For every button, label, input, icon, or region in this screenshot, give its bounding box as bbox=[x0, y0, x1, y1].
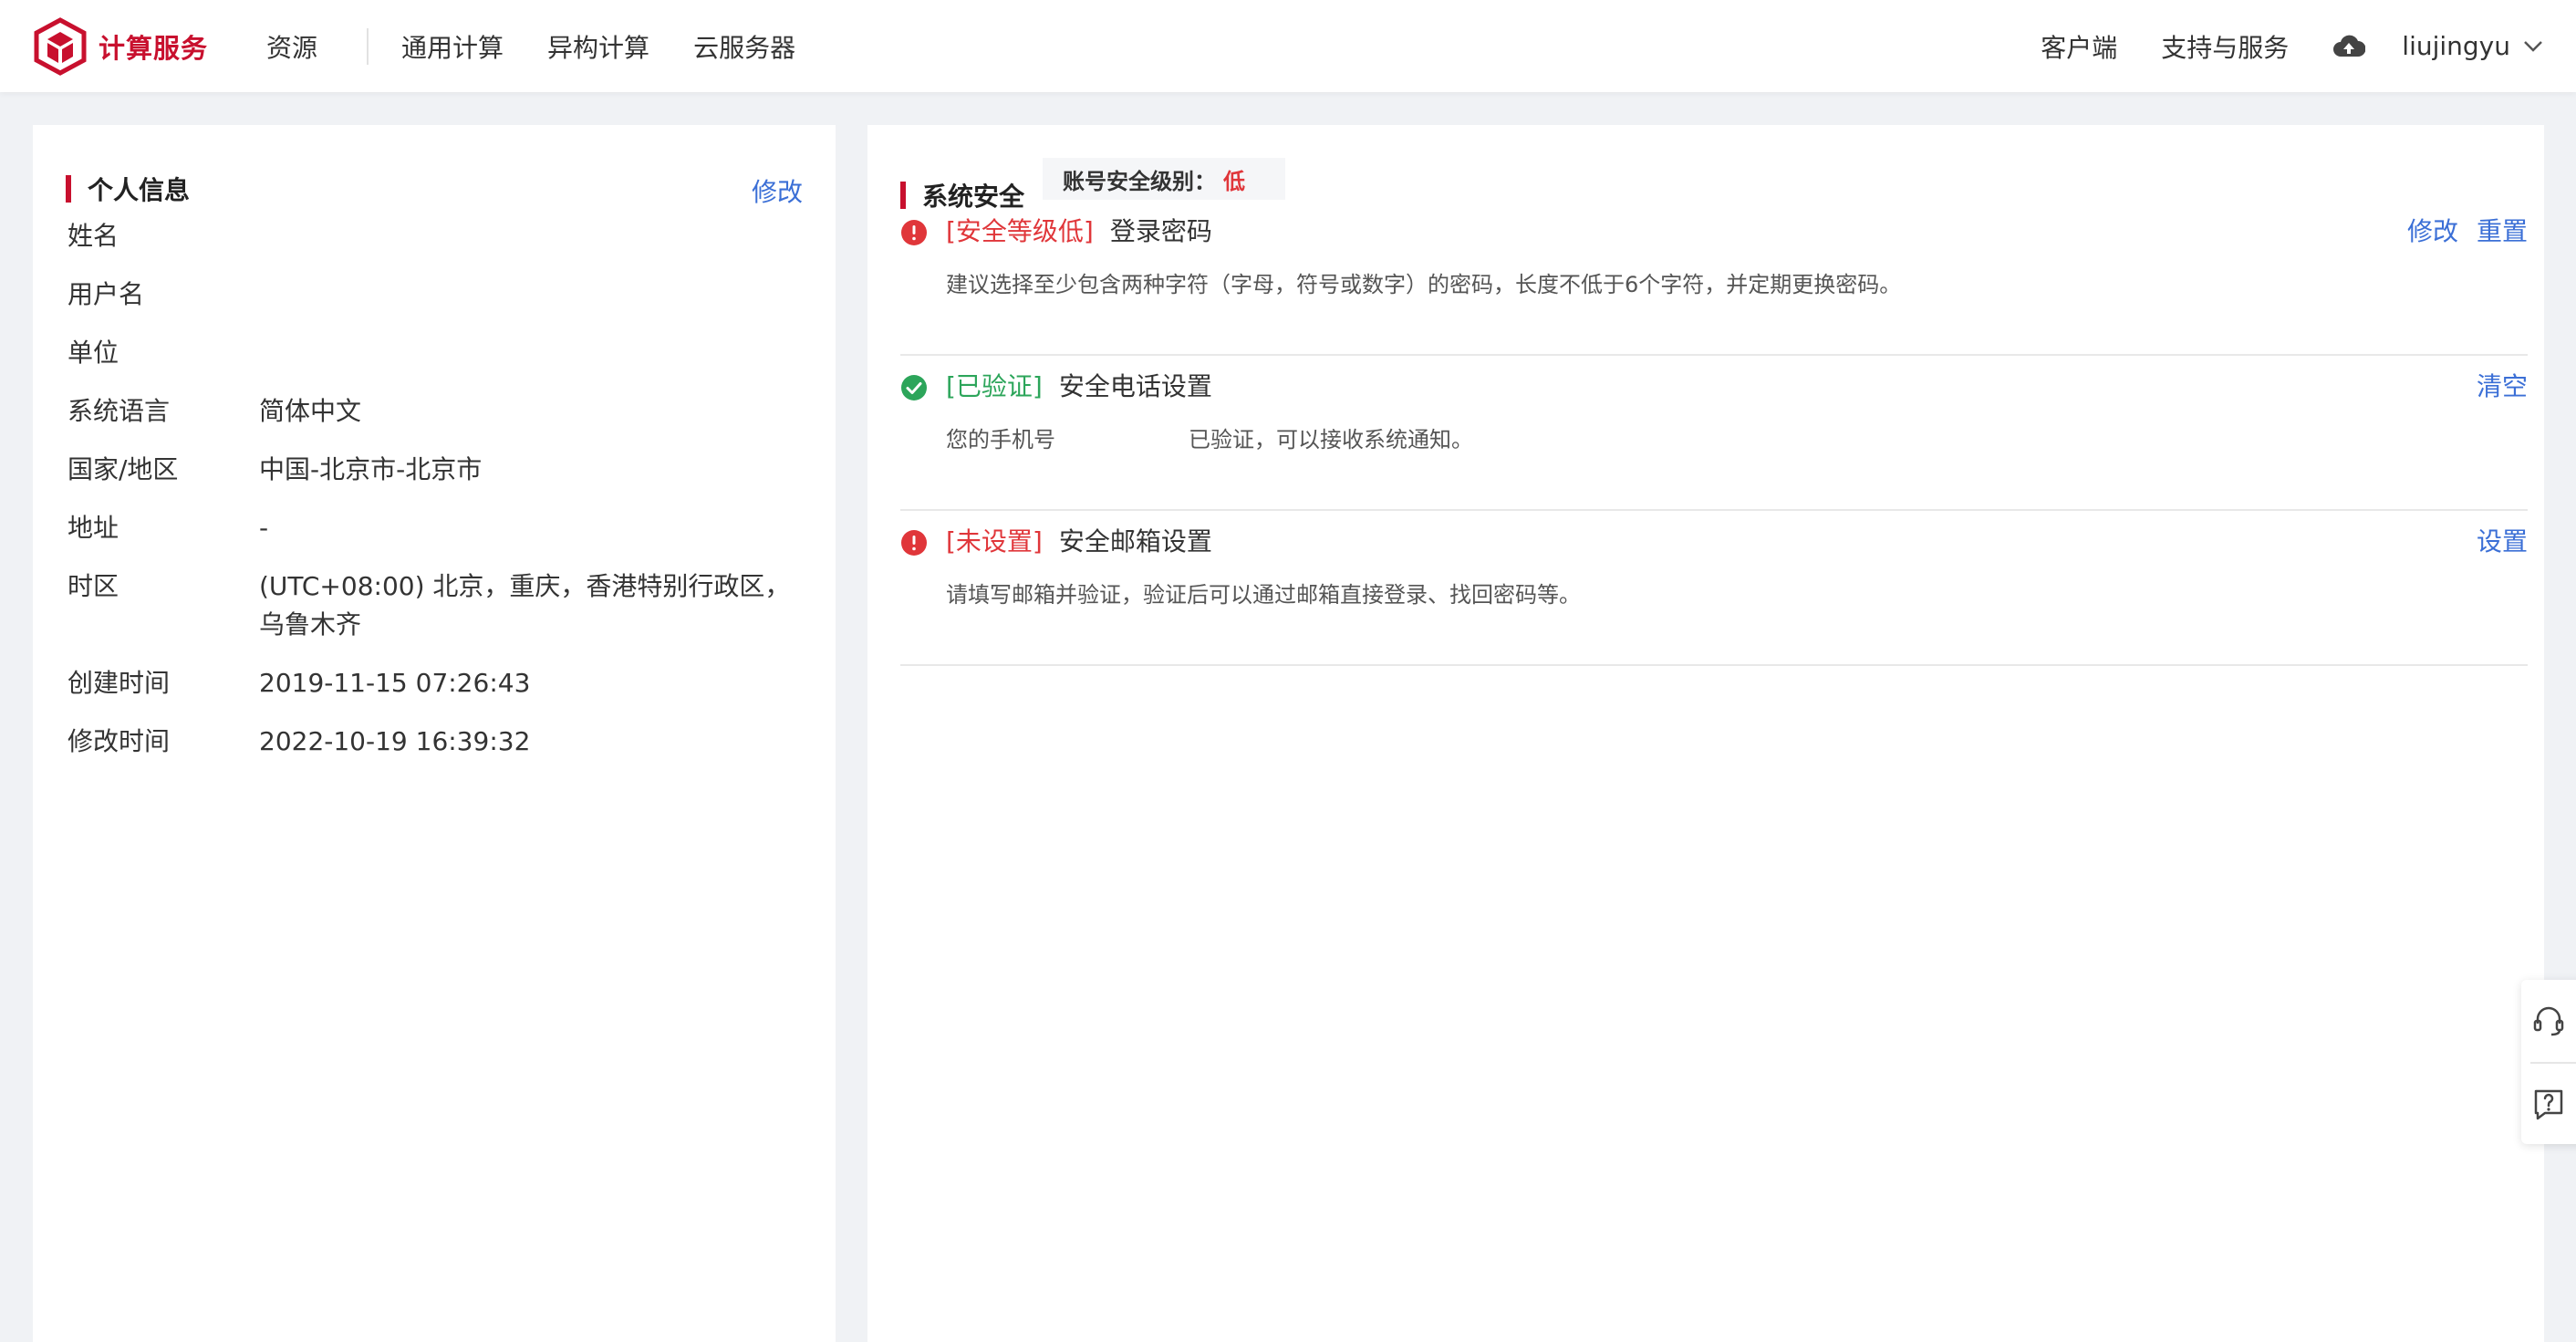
info-value bbox=[259, 276, 797, 314]
nav-client[interactable]: 客户端 bbox=[2041, 28, 2117, 65]
info-value bbox=[259, 217, 797, 255]
warning-circle-icon bbox=[901, 530, 927, 556]
security-level-value: 低 bbox=[1223, 168, 1245, 194]
cloud-upload-icon[interactable] bbox=[2332, 33, 2366, 60]
nav-resource[interactable]: 资源 bbox=[266, 28, 317, 65]
help-question-icon bbox=[2534, 1089, 2563, 1120]
security-item-email: [未设置] 安全邮箱设置 请填写邮箱并验证，验证后可以通过邮箱直接登录、找回密码… bbox=[900, 511, 2528, 666]
info-label: 用户名 bbox=[68, 279, 145, 309]
top-navigation-bar: 计算服务 资源 通用计算 异构计算 云服务器 客户端 支持与服务 liujing… bbox=[0, 0, 2576, 92]
headset-icon bbox=[2533, 1006, 2564, 1036]
chevron-down-icon[interactable] bbox=[2523, 40, 2543, 53]
info-row-username: 用户名 bbox=[68, 276, 797, 314]
customer-service-button[interactable] bbox=[2521, 980, 2576, 1062]
phone-desc-suffix: 已验证，可以接收系统通知。 bbox=[1189, 427, 1473, 453]
security-item-actions: 修改 重置 bbox=[2389, 213, 2528, 250]
info-row-timezone: 时区 (UTC+08:00) 北京，重庆，香港特别行政区，乌鲁木齐 bbox=[68, 567, 797, 644]
info-value: 中国-北京市-北京市 bbox=[259, 454, 483, 484]
nav-support[interactable]: 支持与服务 bbox=[2161, 28, 2289, 65]
security-item-actions: 设置 bbox=[2458, 524, 2528, 560]
security-item-actions: 清空 bbox=[2458, 369, 2528, 405]
phone-desc-prefix: 您的手机号 bbox=[946, 427, 1055, 453]
logo[interactable]: 计算服务 bbox=[33, 16, 209, 76]
masked-phone-number bbox=[1055, 423, 1189, 456]
info-label: 国家/地区 bbox=[68, 454, 179, 484]
nav-divider bbox=[367, 27, 369, 65]
info-row-address: 地址 - bbox=[68, 509, 797, 547]
top-right-menu: 客户端 支持与服务 liujingyu bbox=[1997, 0, 2543, 92]
edit-personal-info-link[interactable]: 修改 bbox=[752, 172, 803, 209]
security-item-name: 登录密码 bbox=[1109, 216, 1212, 246]
info-row-country: 国家/地区 中国-北京市-北京市 bbox=[68, 451, 797, 489]
security-item-head: [安全等级低] 登录密码 bbox=[946, 213, 1212, 250]
security-item-phone: [已验证] 安全电话设置 您的手机号 已验证，可以接收系统通知。 清空 bbox=[900, 356, 2528, 511]
personal-info-title: 个人信息 bbox=[66, 171, 190, 207]
nav-cloud-server[interactable]: 云服务器 bbox=[693, 28, 795, 65]
info-value: 2022-10-19 16:39:32 bbox=[259, 726, 531, 756]
info-row-language: 系统语言 简体中文 bbox=[68, 392, 797, 431]
security-item-desc: 建议选择至少包含两种字符（字母，符号或数字）的密码，长度不低于6个字符，并定期更… bbox=[946, 272, 1902, 297]
clear-phone-link[interactable]: 清空 bbox=[2477, 369, 2528, 405]
info-label: 单位 bbox=[68, 338, 119, 368]
check-circle-icon bbox=[901, 375, 927, 401]
security-item-desc: 请填写邮箱并验证，验证后可以通过邮箱直接登录、找回密码等。 bbox=[946, 582, 1581, 608]
cube-logo-icon bbox=[34, 16, 87, 76]
info-value: 2019-11-15 07:26:43 bbox=[259, 668, 531, 698]
info-label: 姓名 bbox=[68, 221, 119, 251]
info-row-modified: 修改时间 2022-10-19 16:39:32 bbox=[68, 723, 797, 761]
system-security-card: 系统安全 账号安全级别： 低 [安全等级低] 登录密码 建议选择至少包含两种字符… bbox=[867, 125, 2544, 1342]
security-item-head: [未设置] 安全邮箱设置 bbox=[946, 524, 1212, 560]
info-label: 时区 bbox=[68, 571, 119, 601]
user-menu-name[interactable]: liujingyu bbox=[2402, 31, 2510, 61]
nav-hetero-compute[interactable]: 异构计算 bbox=[547, 28, 649, 65]
security-level-label: 账号安全级别： bbox=[1063, 168, 1216, 194]
info-label: 修改时间 bbox=[68, 726, 171, 756]
title-accent-bar bbox=[66, 175, 71, 203]
security-item-head: [已验证] 安全电话设置 bbox=[946, 369, 1212, 405]
reset-password-link[interactable]: 重置 bbox=[2477, 213, 2528, 250]
modify-password-link[interactable]: 修改 bbox=[2407, 213, 2458, 250]
warning-circle-icon bbox=[901, 220, 927, 245]
security-status-tag: [已验证] bbox=[946, 371, 1043, 401]
security-item-password: [安全等级低] 登录密码 建议选择至少包含两种字符（字母，符号或数字）的密码，长… bbox=[900, 201, 2528, 356]
personal-info-card: 个人信息 修改 姓名 用户名 单位 系统语言 简体中文 国家/地区 中国-北京市… bbox=[33, 125, 836, 1342]
floating-help-panel bbox=[2521, 980, 2576, 1144]
security-status-tag: [未设置] bbox=[946, 526, 1043, 557]
info-label: 创建时间 bbox=[68, 668, 171, 698]
info-label: 地址 bbox=[68, 513, 119, 543]
info-value: 简体中文 bbox=[259, 396, 362, 426]
info-row-organization: 单位 bbox=[68, 334, 797, 372]
security-item-desc: 您的手机号 已验证，可以接收系统通知。 bbox=[946, 423, 1473, 456]
security-status-tag: [安全等级低] bbox=[946, 216, 1094, 246]
info-value bbox=[259, 334, 797, 372]
personal-info-title-text: 个人信息 bbox=[88, 175, 191, 205]
security-item-name: 安全邮箱设置 bbox=[1058, 526, 1212, 557]
info-row-name: 姓名 bbox=[68, 217, 797, 255]
info-row-created: 创建时间 2019-11-15 07:26:43 bbox=[68, 664, 797, 702]
security-level-badge: 账号安全级别： 低 bbox=[1043, 158, 1285, 200]
help-faq-button[interactable] bbox=[2521, 1064, 2576, 1146]
security-item-name: 安全电话设置 bbox=[1058, 371, 1212, 401]
info-value: (UTC+08:00) 北京，重庆，香港特别行政区，乌鲁木齐 bbox=[259, 571, 791, 640]
logo-text: 计算服务 bbox=[99, 32, 209, 64]
nav-general-compute[interactable]: 通用计算 bbox=[401, 28, 504, 65]
info-value: - bbox=[259, 513, 269, 543]
info-label: 系统语言 bbox=[68, 396, 171, 426]
setup-email-link[interactable]: 设置 bbox=[2477, 524, 2528, 560]
